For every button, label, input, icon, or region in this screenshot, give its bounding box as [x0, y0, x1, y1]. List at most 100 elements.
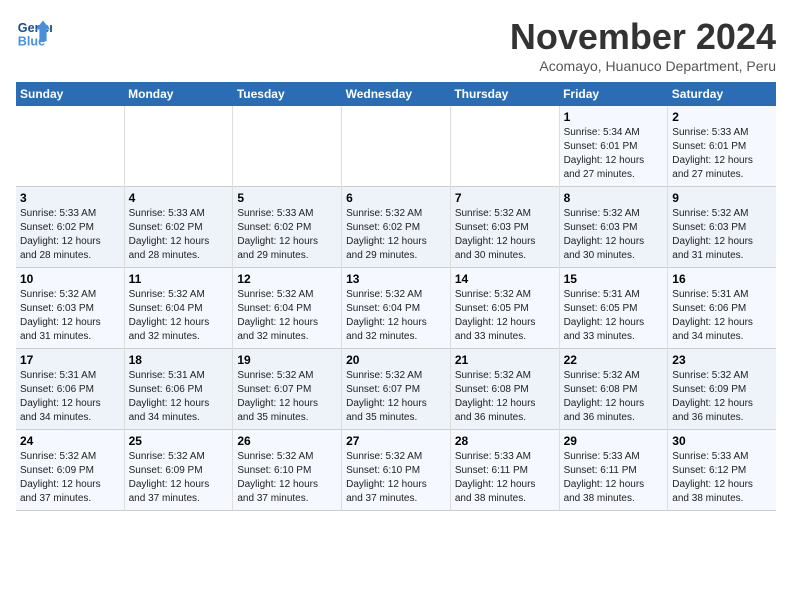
week-row-2: 3 Sunrise: 5:33 AM Sunset: 6:02 PM Daylig…: [16, 187, 776, 268]
day-cell: 13Sunrise: 5:32 AM Sunset: 6:04 PM Dayli…: [342, 268, 451, 349]
logo: General Blue: [16, 16, 52, 52]
day-cell: 8 Sunrise: 5:32 AM Sunset: 6:03 PM Daylig…: [559, 187, 668, 268]
day-cell: 28 Sunrise: 5:33 AM Sunset: 6:11 PM Dayli…: [450, 430, 559, 511]
day-number: 20: [346, 353, 446, 367]
week-row-1: 1 Sunrise: 5:34 AM Sunset: 6:01 PM Daylig…: [16, 106, 776, 187]
day-cell: 22 Sunrise: 5:32 AM Sunset: 6:08 PM Dayli…: [559, 349, 668, 430]
day-number: 7: [455, 191, 555, 205]
day-cell: 26Sunrise: 5:32 AM Sunset: 6:10 PM Dayli…: [233, 430, 342, 511]
day-cell: 21Sunrise: 5:32 AM Sunset: 6:08 PM Dayli…: [450, 349, 559, 430]
day-info: Sunrise: 5:32 AM Sunset: 6:03 PM Dayligh…: [20, 288, 120, 344]
day-cell: 10 Sunrise: 5:32 AM Sunset: 6:03 PM Dayli…: [16, 268, 124, 349]
page-header: General Blue November 2024 Acomayo, Huan…: [16, 16, 776, 74]
day-number: 6: [346, 191, 446, 205]
logo-icon: General Blue: [16, 16, 52, 52]
day-cell: 7 Sunrise: 5:32 AM Sunset: 6:03 PM Daylig…: [450, 187, 559, 268]
week-row-4: 17Sunrise: 5:31 AM Sunset: 6:06 PM Dayli…: [16, 349, 776, 430]
day-cell: 16 Sunrise: 5:31 AM Sunset: 6:06 PM Dayli…: [668, 268, 776, 349]
day-number: 15: [564, 272, 664, 286]
day-cell: 17Sunrise: 5:31 AM Sunset: 6:06 PM Dayli…: [16, 349, 124, 430]
day-cell: 11 Sunrise: 5:32 AM Sunset: 6:04 PM Dayli…: [124, 268, 233, 349]
day-cell: 20 Sunrise: 5:32 AM Sunset: 6:07 PM Dayli…: [342, 349, 451, 430]
day-number: 25: [129, 434, 229, 448]
day-number: 28: [455, 434, 555, 448]
day-cell: 18Sunrise: 5:31 AM Sunset: 6:06 PM Dayli…: [124, 349, 233, 430]
day-info: Sunrise: 5:33 AM Sunset: 6:01 PM Dayligh…: [672, 126, 772, 182]
day-info: Sunrise: 5:33 AM Sunset: 6:11 PM Dayligh…: [455, 450, 555, 506]
day-number: 11: [129, 272, 229, 286]
day-info: Sunrise: 5:33 AM Sunset: 6:02 PM Dayligh…: [129, 207, 229, 263]
day-info: Sunrise: 5:32 AM Sunset: 6:03 PM Dayligh…: [672, 207, 772, 263]
day-number: 12: [237, 272, 337, 286]
day-cell: 1 Sunrise: 5:34 AM Sunset: 6:01 PM Daylig…: [559, 106, 668, 187]
calendar-header-row: SundayMondayTuesdayWednesdayThursdayFrid…: [16, 82, 776, 106]
day-info: Sunrise: 5:32 AM Sunset: 6:10 PM Dayligh…: [346, 450, 446, 506]
day-cell: 30 Sunrise: 5:33 AM Sunset: 6:12 PM Dayli…: [668, 430, 776, 511]
day-cell: 9 Sunrise: 5:32 AM Sunset: 6:03 PM Daylig…: [668, 187, 776, 268]
day-info: Sunrise: 5:32 AM Sunset: 6:07 PM Dayligh…: [346, 369, 446, 425]
day-number: 21: [455, 353, 555, 367]
day-number: 8: [564, 191, 664, 205]
day-info: Sunrise: 5:32 AM Sunset: 6:05 PM Dayligh…: [455, 288, 555, 344]
day-number: 14: [455, 272, 555, 286]
title-block: November 2024 Acomayo, Huanuco Departmen…: [510, 16, 776, 74]
day-number: 9: [672, 191, 772, 205]
day-cell: 23 Sunrise: 5:32 AM Sunset: 6:09 PM Dayli…: [668, 349, 776, 430]
day-number: 30: [672, 434, 772, 448]
day-info: Sunrise: 5:32 AM Sunset: 6:08 PM Dayligh…: [564, 369, 664, 425]
day-cell: 27 Sunrise: 5:32 AM Sunset: 6:10 PM Dayli…: [342, 430, 451, 511]
week-row-3: 10 Sunrise: 5:32 AM Sunset: 6:03 PM Dayli…: [16, 268, 776, 349]
header-thursday: Thursday: [450, 82, 559, 106]
day-info: Sunrise: 5:33 AM Sunset: 6:02 PM Dayligh…: [237, 207, 337, 263]
day-number: 26: [237, 434, 337, 448]
day-cell: [342, 106, 451, 187]
day-cell: [233, 106, 342, 187]
day-cell: 14 Sunrise: 5:32 AM Sunset: 6:05 PM Dayli…: [450, 268, 559, 349]
day-number: 3: [20, 191, 120, 205]
day-info: Sunrise: 5:32 AM Sunset: 6:03 PM Dayligh…: [564, 207, 664, 263]
day-number: 24: [20, 434, 120, 448]
day-info: Sunrise: 5:32 AM Sunset: 6:09 PM Dayligh…: [672, 369, 772, 425]
day-cell: 2Sunrise: 5:33 AM Sunset: 6:01 PM Daylig…: [668, 106, 776, 187]
header-tuesday: Tuesday: [233, 82, 342, 106]
day-info: Sunrise: 5:32 AM Sunset: 6:09 PM Dayligh…: [20, 450, 120, 506]
day-number: 10: [20, 272, 120, 286]
day-info: Sunrise: 5:31 AM Sunset: 6:06 PM Dayligh…: [672, 288, 772, 344]
day-cell: [124, 106, 233, 187]
header-monday: Monday: [124, 82, 233, 106]
day-number: 1: [564, 110, 664, 124]
day-cell: [450, 106, 559, 187]
day-info: Sunrise: 5:31 AM Sunset: 6:05 PM Dayligh…: [564, 288, 664, 344]
day-cell: 12 Sunrise: 5:32 AM Sunset: 6:04 PM Dayli…: [233, 268, 342, 349]
day-info: Sunrise: 5:34 AM Sunset: 6:01 PM Dayligh…: [564, 126, 664, 182]
day-info: Sunrise: 5:32 AM Sunset: 6:09 PM Dayligh…: [129, 450, 229, 506]
day-cell: 3 Sunrise: 5:33 AM Sunset: 6:02 PM Daylig…: [16, 187, 124, 268]
day-number: 19: [237, 353, 337, 367]
header-sunday: Sunday: [16, 82, 124, 106]
day-cell: [16, 106, 124, 187]
day-info: Sunrise: 5:32 AM Sunset: 6:02 PM Dayligh…: [346, 207, 446, 263]
day-number: 4: [129, 191, 229, 205]
day-info: Sunrise: 5:32 AM Sunset: 6:07 PM Dayligh…: [237, 369, 337, 425]
day-info: Sunrise: 5:32 AM Sunset: 6:04 PM Dayligh…: [346, 288, 446, 344]
day-number: 5: [237, 191, 337, 205]
calendar-table: SundayMondayTuesdayWednesdayThursdayFrid…: [16, 82, 776, 511]
day-info: Sunrise: 5:33 AM Sunset: 6:12 PM Dayligh…: [672, 450, 772, 506]
day-cell: 29Sunrise: 5:33 AM Sunset: 6:11 PM Dayli…: [559, 430, 668, 511]
day-info: Sunrise: 5:32 AM Sunset: 6:04 PM Dayligh…: [237, 288, 337, 344]
calendar-body: 1 Sunrise: 5:34 AM Sunset: 6:01 PM Daylig…: [16, 106, 776, 511]
day-number: 17: [20, 353, 120, 367]
day-info: Sunrise: 5:32 AM Sunset: 6:04 PM Dayligh…: [129, 288, 229, 344]
day-info: Sunrise: 5:32 AM Sunset: 6:03 PM Dayligh…: [455, 207, 555, 263]
day-number: 16: [672, 272, 772, 286]
day-cell: 25 Sunrise: 5:32 AM Sunset: 6:09 PM Dayli…: [124, 430, 233, 511]
day-number: 22: [564, 353, 664, 367]
day-info: Sunrise: 5:33 AM Sunset: 6:02 PM Dayligh…: [20, 207, 120, 263]
location-subtitle: Acomayo, Huanuco Department, Peru: [510, 58, 776, 74]
header-wednesday: Wednesday: [342, 82, 451, 106]
day-number: 23: [672, 353, 772, 367]
week-row-5: 24 Sunrise: 5:32 AM Sunset: 6:09 PM Dayli…: [16, 430, 776, 511]
header-saturday: Saturday: [668, 82, 776, 106]
day-number: 27: [346, 434, 446, 448]
day-cell: 4 Sunrise: 5:33 AM Sunset: 6:02 PM Daylig…: [124, 187, 233, 268]
